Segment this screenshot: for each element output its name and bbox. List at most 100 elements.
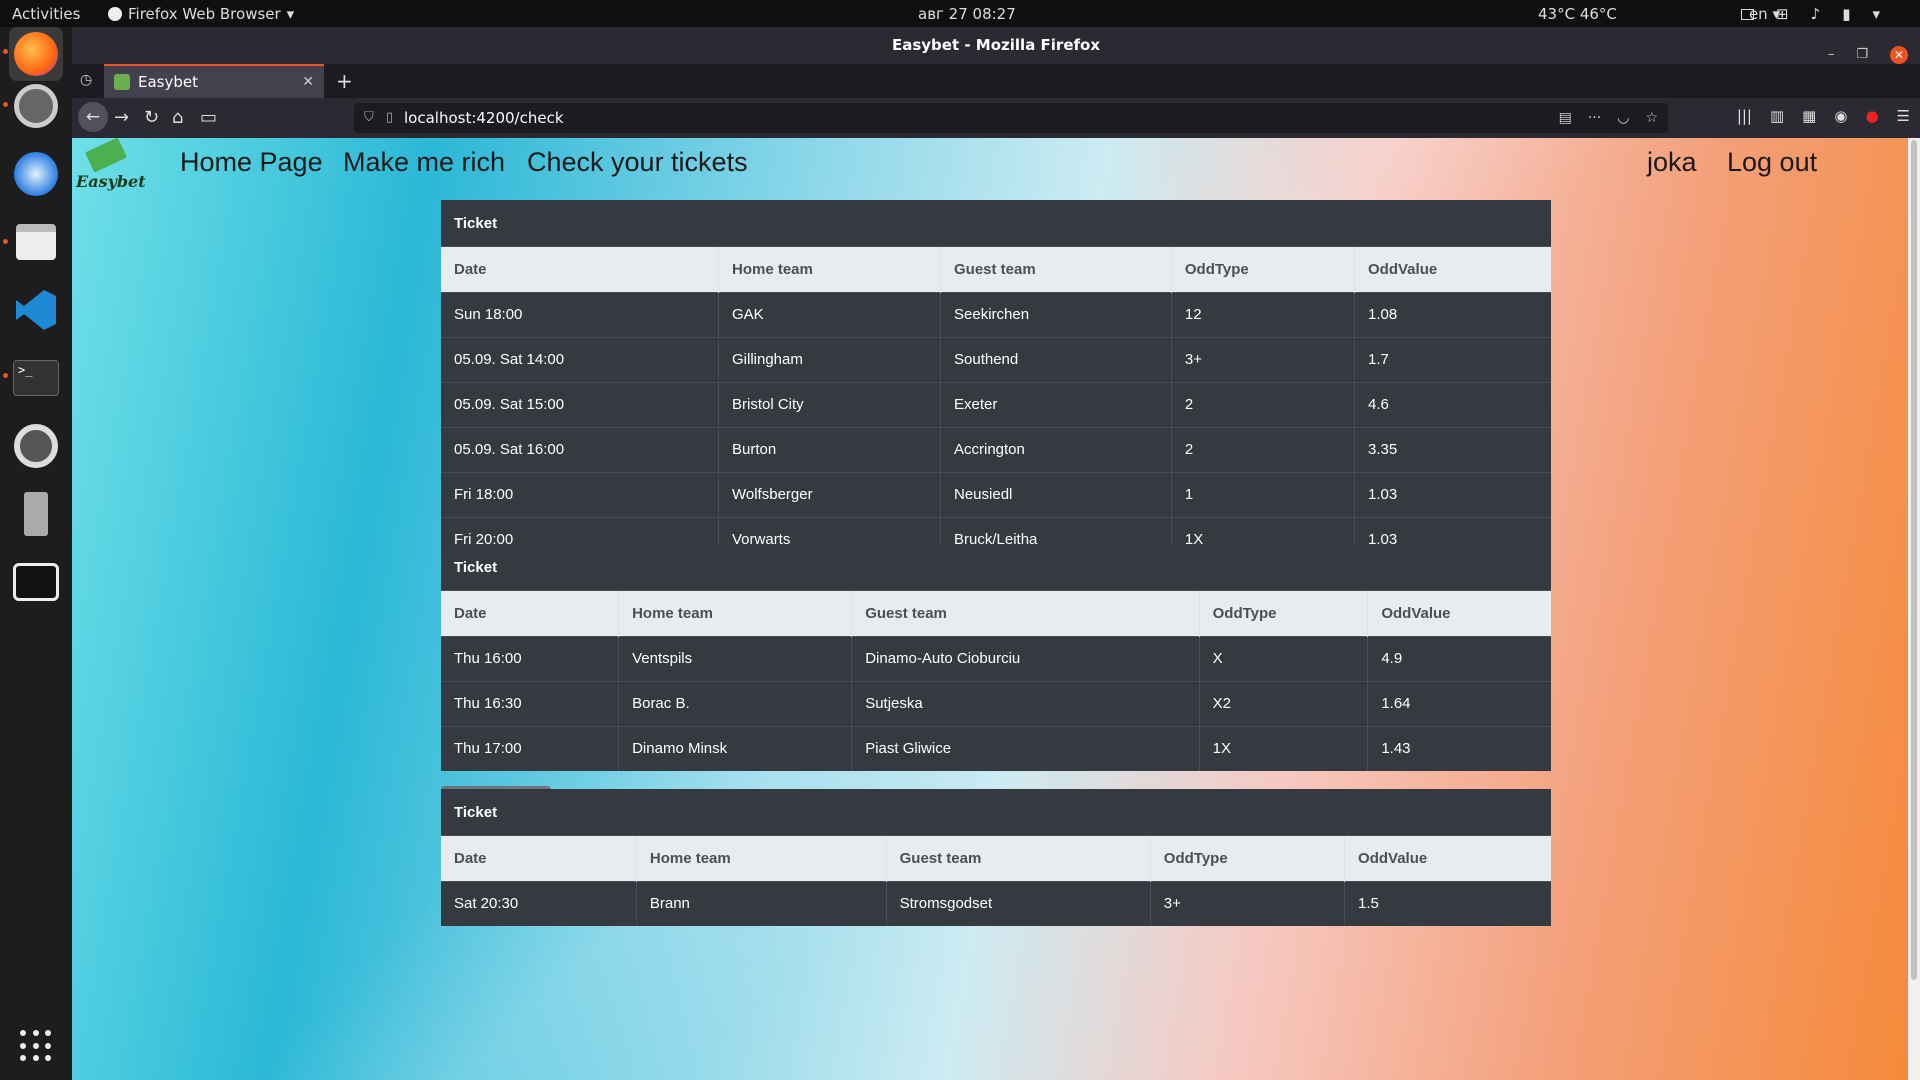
dock-files[interactable]: [9, 215, 63, 269]
column-header: OddValue: [1367, 591, 1551, 636]
app-menu[interactable]: Firefox Web Browser ▾: [108, 5, 294, 23]
column-header: Guest team: [851, 591, 1200, 636]
system-tray[interactable]: ⊞ ♪ ▮ ▾: [1741, 5, 1880, 23]
library-icon[interactable]: |||: [1737, 107, 1752, 125]
table-cell: Brann: [636, 880, 887, 926]
favicon-icon: [114, 74, 130, 90]
table-cell: Southend: [940, 336, 1172, 382]
reload-button[interactable]: ↻: [144, 107, 159, 128]
back-button[interactable]: ←: [78, 102, 108, 132]
scrollbar-thumb[interactable]: [1911, 140, 1917, 980]
column-header: Home team: [718, 247, 941, 292]
easybet-logo[interactable]: Easybet: [74, 138, 146, 196]
dock-settings[interactable]: [9, 79, 63, 133]
table-cell: Sun 18:00: [441, 291, 719, 337]
history-icon[interactable]: ◷: [80, 72, 92, 88]
forward-button[interactable]: →: [114, 107, 129, 128]
navigation-toolbar: ← → ↻ ⌂ ▭ ⛉ ▯ localhost:4200/check ▤ ···…: [72, 98, 1920, 138]
table-cell: 05.09. Sat 14:00: [441, 336, 719, 382]
volume-icon: ♪: [1810, 5, 1821, 23]
table-cell: Stromsgodset: [886, 880, 1151, 926]
menu-icon[interactable]: ☰: [1897, 107, 1910, 125]
dock-usb-drive[interactable]: [9, 487, 63, 541]
bookmark-star-icon[interactable]: ☆: [1645, 103, 1658, 133]
firefox-icon: [108, 7, 122, 21]
app-menu-label: Firefox Web Browser: [128, 5, 281, 23]
money-icon: [85, 138, 127, 173]
column-header: Home team: [618, 591, 853, 636]
home-button[interactable]: ⌂: [172, 107, 183, 128]
record-icon[interactable]: ●: [1865, 107, 1878, 125]
page-scrollbar[interactable]: [1908, 138, 1920, 1080]
column-header: OddType: [1199, 591, 1369, 636]
running-indicator: [3, 49, 8, 54]
nav-make-me-rich[interactable]: Make me rich: [343, 147, 505, 178]
table-row: 05.09. Sat 15:00 Bristol City Exeter 2 4.6: [441, 381, 1551, 427]
nav-log-out[interactable]: Log out: [1727, 147, 1817, 178]
close-window-button[interactable]: ✕: [1890, 45, 1908, 64]
downloads-folder-button[interactable]: ▭: [200, 107, 217, 128]
table-cell: 1.7: [1354, 336, 1551, 382]
url-bar[interactable]: ⛉ ▯ localhost:4200/check ▤ ··· ◡ ☆: [354, 103, 1668, 133]
table-row: Sun 18:00 GAK Seekirchen 12 1.08: [441, 291, 1551, 337]
table-cell: 1X: [1199, 725, 1369, 771]
chevron-down-icon: ▾: [1872, 5, 1880, 23]
dock-help[interactable]: [9, 419, 63, 473]
table-cell: Accrington: [940, 426, 1172, 472]
extensions-icon[interactable]: ▦: [1802, 107, 1816, 125]
table-cell: Piast Gliwice: [851, 725, 1200, 771]
table-cell: X2: [1199, 680, 1369, 726]
tab-easybet[interactable]: Easybet ✕: [104, 64, 324, 98]
table-cell: Exeter: [940, 381, 1172, 427]
ticket-table: Date Home team Guest team OddType OddValue Sa…: [441, 836, 1551, 926]
url-actions: ▤ ··· ◡ ☆: [1559, 103, 1658, 133]
table-cell: 05.09. Sat 15:00: [441, 381, 719, 427]
page-info-icon[interactable]: ▯: [386, 103, 393, 133]
table-cell: 3+: [1171, 336, 1356, 382]
table-cell: 2: [1171, 381, 1356, 427]
table-row: Thu 16:30 Borac B. Sutjeska X2 1.64: [441, 680, 1551, 726]
ticket-title: Ticket: [441, 200, 1551, 247]
ticket-title: Ticket: [441, 544, 1551, 591]
clock[interactable]: авг 27 08:27: [918, 5, 1016, 23]
table-cell: Thu 17:00: [441, 725, 620, 771]
page-actions-icon[interactable]: ···: [1588, 103, 1601, 133]
column-header: Guest team: [940, 247, 1172, 292]
pocket-icon[interactable]: ◡: [1617, 103, 1629, 133]
shield-icon[interactable]: ⛉: [364, 103, 374, 133]
new-tab-button[interactable]: +: [336, 69, 353, 93]
sidebar-icon[interactable]: ▥: [1770, 107, 1784, 125]
column-header: Date: [441, 591, 620, 636]
dock-thunderbird[interactable]: [9, 147, 63, 201]
table-cell: 3.35: [1354, 426, 1551, 472]
table-cell: Fri 18:00: [441, 471, 719, 517]
close-tab-icon[interactable]: ✕: [302, 74, 314, 90]
nav-username[interactable]: joka: [1647, 147, 1697, 178]
activities-button[interactable]: Activities: [12, 5, 80, 23]
nav-home-page[interactable]: Home Page: [180, 147, 323, 178]
window-titlebar: Easybet - Mozilla Firefox – ❐ ✕: [72, 27, 1920, 64]
firefox-icon: [14, 32, 58, 76]
camera-icon: [13, 563, 59, 601]
url-text[interactable]: localhost:4200/check: [404, 109, 564, 127]
account-icon[interactable]: ◉: [1834, 107, 1847, 125]
dock-terminal[interactable]: >_: [9, 351, 63, 405]
firefox-window: Easybet - Mozilla Firefox – ❐ ✕ ◷ Easybe…: [72, 27, 1920, 1080]
dock-vscode[interactable]: [9, 283, 63, 337]
battery-icon: ▮: [1842, 5, 1851, 23]
files-icon: [16, 224, 56, 260]
system-top-bar: Activities Firefox Web Browser ▾ авг 27 …: [0, 0, 1920, 27]
tab-bar: ◷ Easybet ✕ +: [72, 64, 1920, 98]
column-header: Guest team: [886, 836, 1151, 881]
vscode-icon: [16, 290, 56, 330]
table-cell: 1.43: [1367, 725, 1551, 771]
table-cell: 1.03: [1354, 471, 1551, 517]
reader-view-icon[interactable]: ▤: [1559, 103, 1572, 133]
table-cell: Bristol City: [718, 381, 941, 427]
temperature-indicator[interactable]: 43°C 46°C: [1538, 5, 1617, 23]
show-apps-button[interactable]: [20, 1030, 52, 1062]
dock-screenshot[interactable]: [9, 555, 63, 609]
column-header: OddType: [1171, 247, 1356, 292]
nav-check-tickets[interactable]: Check your tickets: [527, 147, 748, 178]
dock-firefox[interactable]: [9, 27, 63, 81]
